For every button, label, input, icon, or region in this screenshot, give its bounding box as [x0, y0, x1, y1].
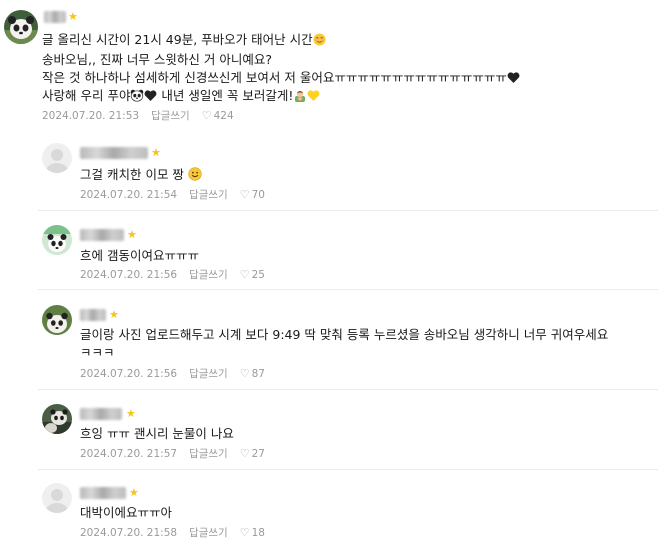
author-name[interactable]	[80, 229, 124, 241]
reply-button[interactable]: 답글쓰기	[189, 269, 228, 281]
reply-meta: 2024.07.20. 21:56 답글쓰기 ♡ 87	[80, 367, 265, 381]
divider	[38, 289, 658, 290]
like-count: 424	[213, 110, 234, 122]
author-name[interactable]	[80, 309, 106, 321]
black-heart-icon	[144, 90, 157, 106]
timestamp: 2024.07.20. 21:53	[42, 110, 140, 122]
divider	[38, 389, 658, 390]
yellow-heart-icon	[307, 90, 320, 106]
reply-button[interactable]: 답글쓰기	[189, 368, 228, 380]
avatar[interactable]	[42, 225, 72, 255]
like-count: 18	[251, 527, 265, 539]
divider	[38, 469, 658, 470]
heart-outline-icon: ♡	[201, 109, 212, 122]
reply-meta: 2024.07.20. 21:57 답글쓰기 ♡ 27	[80, 447, 265, 461]
like-count: 70	[251, 189, 265, 201]
avatar[interactable]	[42, 143, 72, 173]
avatar[interactable]	[42, 483, 72, 513]
reply-button[interactable]: 답글쓰기	[189, 448, 228, 460]
like-button[interactable]: ♡ 424	[201, 109, 234, 122]
heart-outline-icon: ♡	[239, 188, 250, 201]
comment-text-line-4: 사랑해 우리 푸야 내년 생일엔 꼭 보러갈게!	[42, 88, 320, 106]
reply-meta: 2024.07.20. 21:54 답글쓰기 ♡ 70	[80, 188, 265, 202]
like-button[interactable]: ♡ 87	[239, 367, 265, 380]
relieved-face-icon	[313, 33, 326, 50]
star-icon: ★	[129, 486, 139, 499]
timestamp: 2024.07.20. 21:56	[80, 368, 178, 380]
like-count: 25	[251, 269, 265, 281]
heart-outline-icon: ♡	[239, 268, 250, 281]
star-icon: ★	[126, 407, 136, 420]
comment-text-line-3: 작은 것 하나하나 섬세하게 신경쓰신게 보여서 저 울어요ㅠㅠㅠㅠㅠㅠㅠㅠㅠㅠ…	[42, 70, 520, 88]
timestamp: 2024.07.20. 21:56	[80, 269, 178, 281]
reply-text-continued: ㅋㅋㅋ	[80, 345, 115, 360]
author-name[interactable]	[80, 408, 122, 420]
person-with-flower-icon	[293, 88, 307, 106]
like-button[interactable]: ♡ 25	[239, 268, 265, 281]
reply-button[interactable]: 답글쓰기	[189, 189, 228, 201]
reply-text: 그걸 캐치한 이모 짱	[80, 167, 202, 185]
divider	[38, 210, 658, 211]
heart-outline-icon: ♡	[239, 526, 250, 539]
black-heart-icon	[507, 72, 520, 88]
star-icon: ★	[151, 146, 161, 159]
star-icon: ★	[68, 10, 78, 23]
author-name[interactable]	[44, 11, 66, 23]
reply-text: 대박이에요ㅠㅠ아	[80, 505, 173, 520]
avatar[interactable]	[42, 305, 72, 335]
star-icon: ★	[109, 308, 119, 321]
heart-outline-icon: ♡	[239, 367, 250, 380]
timestamp: 2024.07.20. 21:57	[80, 448, 178, 460]
author-name[interactable]	[80, 147, 148, 159]
timestamp: 2024.07.20. 21:54	[80, 189, 178, 201]
avatar[interactable]	[4, 10, 38, 44]
comment-meta: 2024.07.20. 21:53 답글쓰기 ♡ 424	[42, 109, 234, 123]
reply-text: 글이랑 사진 업로드해두고 시계 보다 9:49 딱 맞춰 등록 누르셨을 송바…	[80, 327, 609, 342]
author-name[interactable]	[80, 487, 126, 499]
panda-face-icon	[130, 89, 144, 106]
avatar[interactable]	[42, 404, 72, 434]
comment-text-line-1: 글 올리신 시간이 21시 49분, 푸바오가 태어난 시간	[42, 32, 326, 50]
star-icon: ★	[127, 228, 137, 241]
reply-button[interactable]: 답글쓰기	[151, 110, 190, 122]
reply-text: 흐에 갬동이여요ㅠㅠㅠ	[80, 248, 199, 263]
like-count: 27	[251, 448, 265, 460]
like-button[interactable]: ♡ 27	[239, 447, 265, 460]
heart-outline-icon: ♡	[239, 447, 250, 460]
reply-text: 흐잉 ㅠㅠ 괜시리 눈물이 나요	[80, 426, 234, 441]
reply-button[interactable]: 답글쓰기	[189, 527, 228, 539]
like-count: 87	[251, 368, 265, 380]
smiling-face-icon	[188, 167, 202, 185]
timestamp: 2024.07.20. 21:58	[80, 527, 178, 539]
comment-text-line-2: 송바오님,, 진짜 너무 스윗하신 거 아니예요?	[42, 52, 272, 67]
like-button[interactable]: ♡ 70	[239, 188, 265, 201]
reply-meta: 2024.07.20. 21:56 답글쓰기 ♡ 25	[80, 268, 265, 282]
reply-meta: 2024.07.20. 21:58 답글쓰기 ♡ 18	[80, 526, 265, 540]
like-button[interactable]: ♡ 18	[239, 526, 265, 539]
